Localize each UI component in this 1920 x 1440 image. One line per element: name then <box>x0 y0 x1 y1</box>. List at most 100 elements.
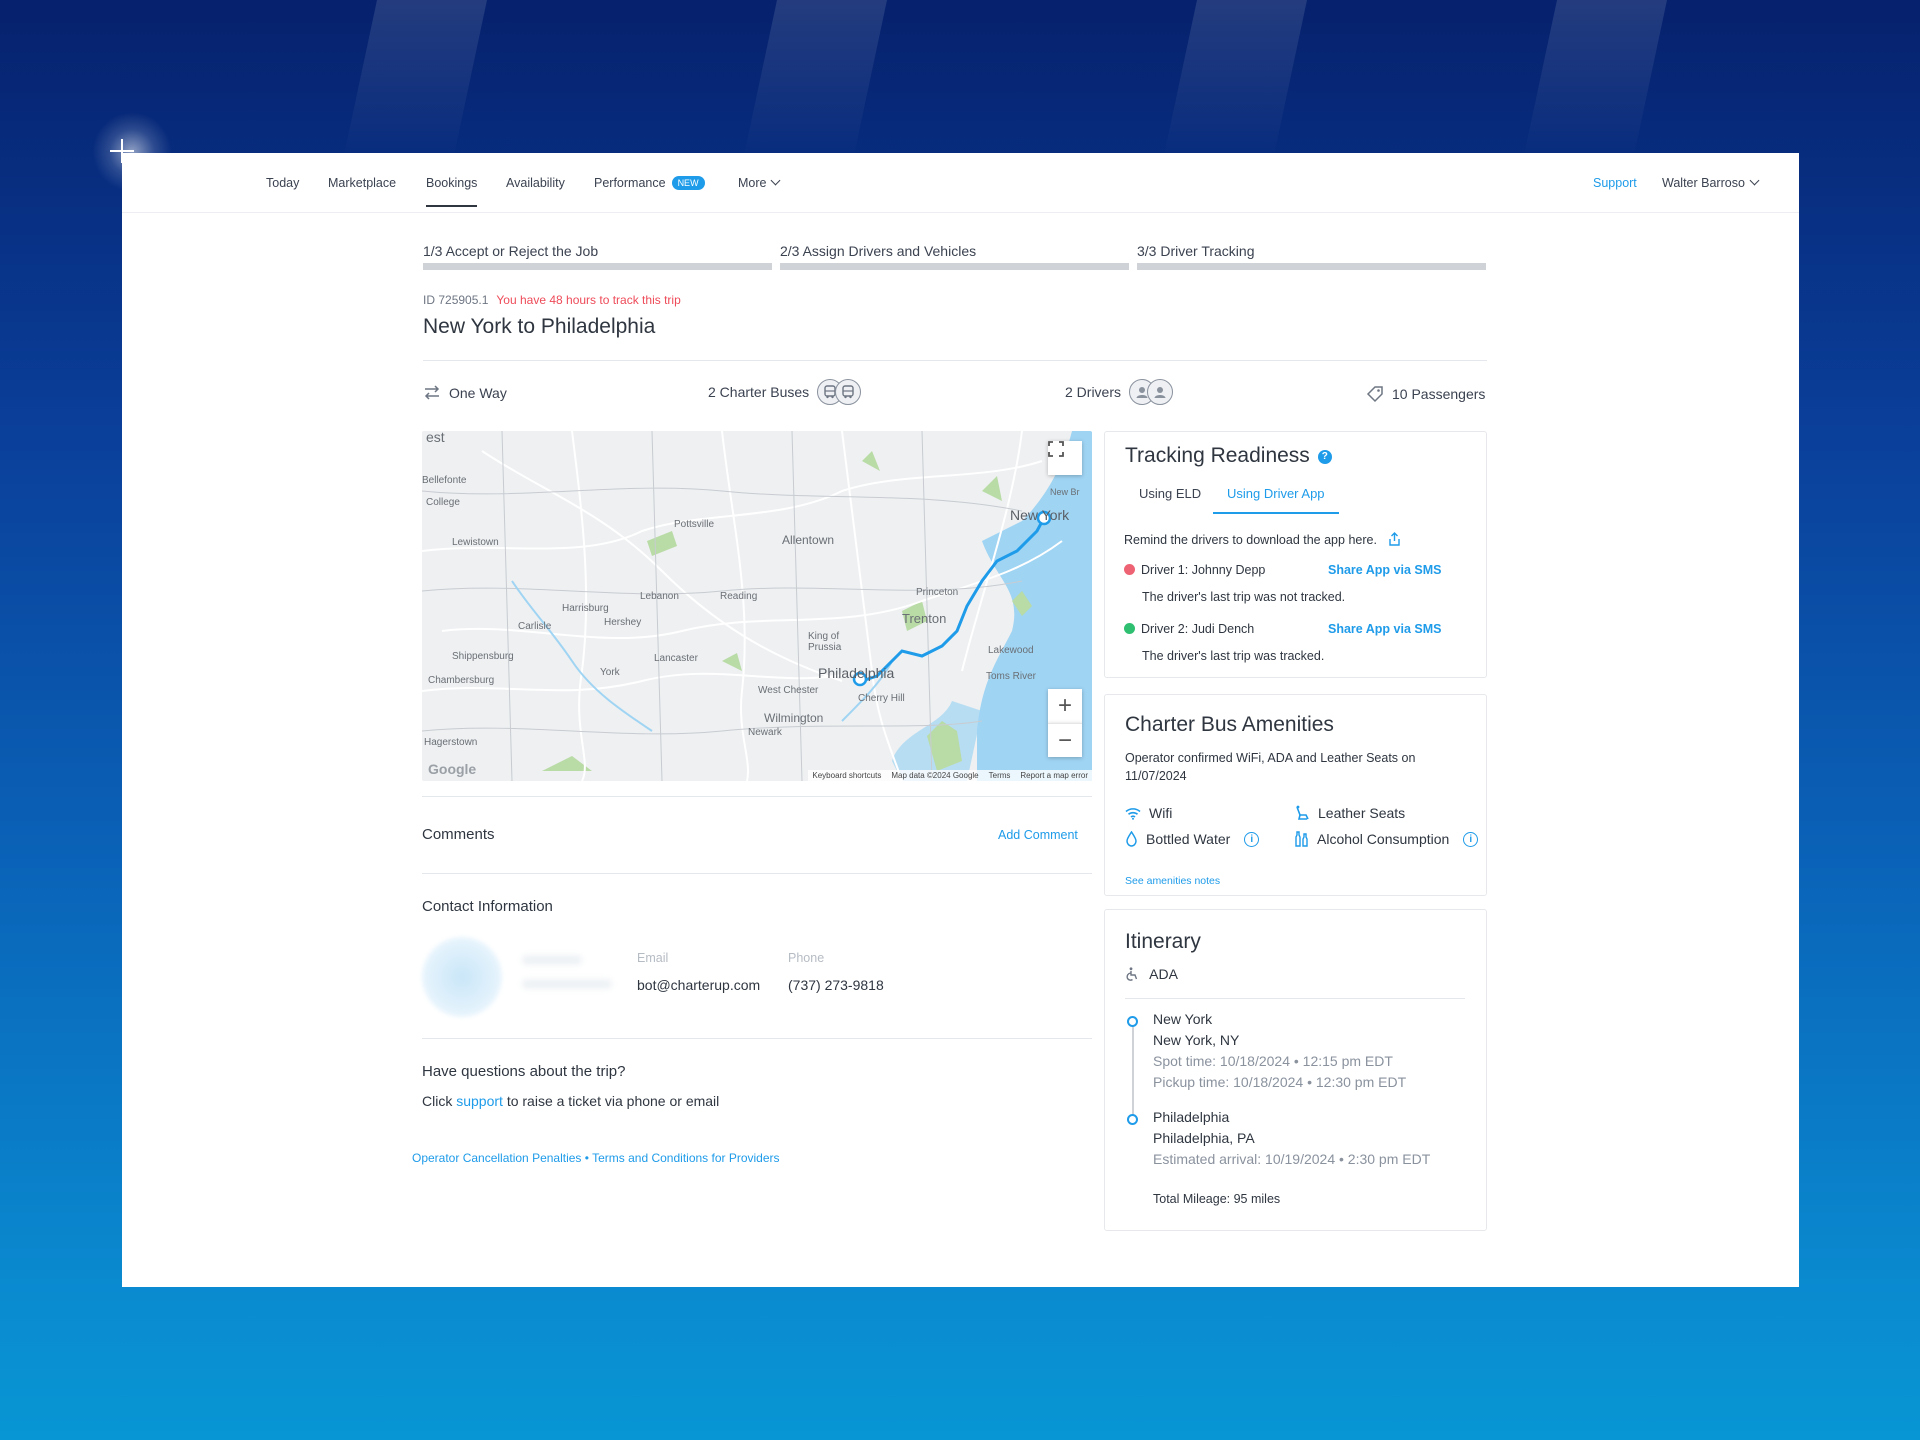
divider <box>1125 998 1465 999</box>
map-label-lancaster: Lancaster <box>654 653 698 664</box>
driver-2-row: Driver 2: Judi Dench <box>1124 622 1254 636</box>
map-label-shippensburg: Shippensburg <box>452 651 514 662</box>
amenity-leather-seats: Leather Seats <box>1294 805 1405 821</box>
new-badge: NEW <box>671 176 705 190</box>
ada-row: ADA <box>1125 966 1178 982</box>
nav-availability[interactable]: Availability <box>506 176 565 190</box>
step-tracking[interactable]: 3/3 Driver Tracking <box>1137 243 1486 270</box>
map-label-reading: Reading <box>720 591 758 602</box>
footer-links: Operator Cancellation Penalties • Terms … <box>412 1151 780 1165</box>
map-label-lakewood: Lakewood <box>988 645 1034 656</box>
map-label-newark: Newark <box>748 727 782 738</box>
add-comment-button[interactable]: Add Comment <box>998 828 1078 842</box>
step-assign[interactable]: 2/3 Assign Drivers and Vehicles <box>780 243 1129 270</box>
avatar <box>422 937 502 1017</box>
questions-title: Have questions about the trip? <box>422 1063 626 1080</box>
map-label-cherry-hill: Cherry Hill <box>858 693 905 704</box>
blurred-company <box>522 979 612 989</box>
map-label-college: College <box>426 497 460 508</box>
map-label-allentown: Allentown <box>782 533 835 547</box>
help-icon[interactable]: ? <box>1317 449 1332 464</box>
nav-more[interactable]: More <box>738 175 781 190</box>
map-label-chambersburg: Chambersburg <box>428 675 495 686</box>
amenity-bottled-water-label: Bottled Water <box>1146 831 1231 847</box>
background-streak <box>1162 0 1308 160</box>
stop-name: Philadelphia <box>1153 1109 1230 1125</box>
nav-more-label: More <box>738 176 767 190</box>
passenger-count: 10 Passengers <box>1366 385 1485 403</box>
wifi-icon <box>1125 807 1141 820</box>
map-terms-link[interactable]: Terms <box>989 771 1011 780</box>
map-label-trenton: Trenton <box>902 611 947 626</box>
map-label-toms-river: Toms River <box>986 671 1037 682</box>
terms-conditions-link[interactable]: Terms and Conditions for Providers <box>592 1151 779 1165</box>
amenity-leather-seats-label: Leather Seats <box>1318 805 1406 821</box>
nav-marketplace[interactable]: Marketplace <box>328 176 396 190</box>
map-label-york: York <box>600 667 620 678</box>
route-map[interactable]: est Bellefonte College Lewistown Pottsvi… <box>422 431 1092 781</box>
stop-arrival-time: Estimated arrival: 10/19/2024 • 2:30 pm … <box>1153 1151 1431 1167</box>
contact-phone[interactable]: (737) 273-9818 <box>788 977 884 993</box>
ada-label: ADA <box>1149 966 1178 982</box>
trip-type-label: One Way <box>449 385 507 401</box>
tracking-title-text: Tracking Readiness <box>1125 444 1310 467</box>
cancellation-penalties-link[interactable]: Operator Cancellation Penalties <box>412 1151 581 1165</box>
nav-today[interactable]: Today <box>266 176 299 190</box>
info-icon[interactable]: i <box>1463 831 1479 847</box>
swap-arrows-icon <box>424 385 440 400</box>
nav-bookings[interactable]: Bookings <box>426 176 478 207</box>
stop-pickup-time: Pickup time: 10/18/2024 • 12:30 pm EDT <box>1153 1074 1407 1090</box>
google-logo: Google <box>428 761 477 777</box>
share-icon[interactable] <box>1388 532 1401 546</box>
email-label: Email <box>637 951 669 965</box>
remind-text: Remind the drivers to download the app h… <box>1124 532 1401 547</box>
questions-text: Click support to raise a ticket via phon… <box>422 1093 719 1109</box>
chevron-down-icon <box>1749 175 1760 186</box>
driver-1-share-sms-button[interactable]: Share App via SMS <box>1328 563 1441 577</box>
zoom-out-button[interactable]: − <box>1048 723 1082 757</box>
chevron-down-icon <box>771 175 781 186</box>
info-icon[interactable]: i <box>1244 831 1260 847</box>
support-inline-link[interactable]: support <box>456 1093 503 1109</box>
map-label-new-york: New York <box>1010 507 1070 523</box>
report-map-error-link[interactable]: Report a map error <box>1020 771 1088 780</box>
questions-prefix: Click <box>422 1093 453 1109</box>
total-mileage: Total Mileage: 95 miles <box>1153 1192 1281 1206</box>
driver-2-share-sms-button[interactable]: Share App via SMS <box>1328 622 1441 636</box>
comments-title: Comments <box>422 826 495 843</box>
trip-id-label: ID <box>423 293 435 307</box>
contact-email[interactable]: bot@charterup.com <box>637 977 760 993</box>
footer-separator: • <box>584 1151 589 1165</box>
map-label-bellefonte: Bellefonte <box>422 475 467 486</box>
driver-icons <box>1129 379 1174 405</box>
see-amenities-notes-link[interactable]: See amenities notes <box>1125 875 1220 887</box>
driver-2-status: The driver's last trip was tracked. <box>1142 649 1325 663</box>
tab-using-eld[interactable]: Using ELD <box>1139 486 1201 501</box>
step-label: 1/3 Accept or Reject the Job <box>423 243 599 259</box>
minus-icon: − <box>1057 726 1072 754</box>
zoom-in-button[interactable]: + <box>1048 689 1082 723</box>
keyboard-shortcuts-link[interactable]: Keyboard shortcuts <box>812 771 881 780</box>
bus-count-label: 2 Charter Buses <box>708 384 810 400</box>
fullscreen-button[interactable] <box>1048 441 1082 475</box>
step-accept[interactable]: 1/3 Accept or Reject the Job <box>423 243 772 270</box>
nav-performance[interactable]: Performance NEW <box>594 176 705 190</box>
map-label-carlisle: Carlisle <box>518 621 552 632</box>
tag-icon <box>1366 386 1383 403</box>
tab-using-driver-app[interactable]: Using Driver App <box>1227 486 1325 501</box>
driver-1-status: The driver's last trip was not tracked. <box>1142 590 1346 604</box>
map-label-west-chester: West Chester <box>758 685 819 696</box>
support-link[interactable]: Support <box>1593 176 1637 190</box>
amenity-wifi-label: Wifi <box>1149 805 1173 821</box>
amenity-bottled-water: Bottled Water i <box>1125 831 1260 847</box>
background-streak <box>1522 0 1668 160</box>
user-menu[interactable]: Walter Barroso <box>1662 175 1760 190</box>
itinerary-card: Itinerary ADA New York New York, NY Spot… <box>1104 909 1487 1231</box>
bus-count: 2 Charter Buses <box>708 379 862 405</box>
map-footer: Keyboard shortcuts Map data ©2024 Google… <box>808 770 1092 781</box>
amenities-title: Charter Bus Amenities <box>1125 713 1334 736</box>
map-data-attribution: Map data ©2024 Google <box>891 771 979 780</box>
map-label-philadelphia: Philadelphia <box>818 665 895 681</box>
stop-marker <box>1127 1114 1138 1125</box>
map-label-hershey: Hershey <box>604 617 642 628</box>
